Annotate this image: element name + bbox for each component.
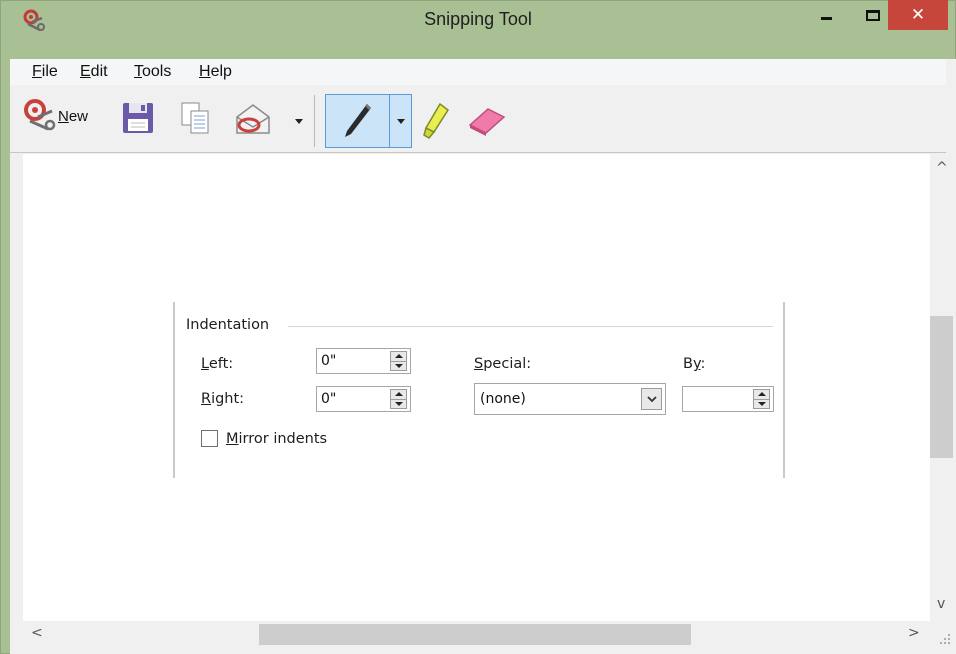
scroll-right-arrow[interactable]: > xyxy=(908,625,920,641)
highlighter-icon[interactable] xyxy=(420,100,452,140)
left-label: Left: xyxy=(201,356,233,372)
spin-down-icon xyxy=(758,402,766,406)
special-label-text: pecial: xyxy=(483,356,532,372)
left-accel: L xyxy=(201,356,209,372)
right-spin-buttons[interactable] xyxy=(390,389,407,409)
special-accel: S xyxy=(474,356,484,372)
scroll-left-arrow[interactable]: < xyxy=(31,625,43,641)
menu-edit[interactable]: Edit xyxy=(80,63,108,81)
menu-tools-accel: T xyxy=(134,63,142,80)
toolbar-separator xyxy=(314,95,315,147)
by-label-rest: : xyxy=(700,356,706,372)
menu-help[interactable]: Help xyxy=(199,63,232,81)
special-label: Special: xyxy=(474,356,531,372)
close-icon: ✕ xyxy=(910,5,926,25)
envelope-icon[interactable] xyxy=(233,101,273,137)
close-button[interactable]: ✕ xyxy=(888,0,948,30)
by-spin-buttons[interactable] xyxy=(753,389,770,409)
spin-divider xyxy=(391,399,406,400)
menu-tools-label: ools xyxy=(142,63,172,80)
pen-split-divider xyxy=(389,94,390,148)
new-accel: N xyxy=(58,108,69,125)
special-dropdown-button[interactable] xyxy=(641,388,662,410)
spin-down-icon xyxy=(395,364,403,368)
left-indent-value: 0" xyxy=(321,353,337,369)
right-label-text: ight: xyxy=(211,391,245,407)
menu-help-label: elp xyxy=(210,63,232,80)
floppy-disk-icon[interactable] xyxy=(122,102,154,134)
by-label: By: xyxy=(683,356,705,372)
chevron-down-icon xyxy=(646,395,657,402)
minimize-button[interactable] xyxy=(808,0,844,30)
spin-up-icon xyxy=(758,392,766,396)
special-value: (none) xyxy=(480,391,526,407)
menu-bar: File Edit Tools Help xyxy=(10,59,946,85)
spin-divider xyxy=(754,399,769,400)
send-dropdown-arrow[interactable] xyxy=(295,119,303,124)
maximize-icon xyxy=(866,9,880,21)
spin-down-icon xyxy=(395,402,403,406)
menu-file[interactable]: File xyxy=(32,63,58,81)
new-snip-button[interactable]: New xyxy=(58,108,88,125)
menu-edit-label: dit xyxy=(90,63,108,80)
mirror-indents-checkbox[interactable] xyxy=(201,430,218,447)
spin-up-icon xyxy=(395,354,403,358)
right-indent-value: 0" xyxy=(321,391,337,407)
left-indent-spinner[interactable]: 0" xyxy=(316,348,411,374)
horizontal-scroll-thumb[interactable] xyxy=(259,624,691,645)
scissors-icon[interactable] xyxy=(22,97,58,133)
snip-right-border xyxy=(783,302,785,478)
right-indent-spinner[interactable]: 0" xyxy=(316,386,411,412)
mirror-indents-label[interactable]: Mirror indents xyxy=(226,431,327,447)
menu-file-accel: F xyxy=(32,63,42,80)
special-combobox[interactable]: (none) xyxy=(474,383,666,415)
left-spin-buttons[interactable] xyxy=(390,351,407,371)
mirror-label-text: irror indents xyxy=(238,431,328,447)
pen-dropdown-arrow[interactable] xyxy=(397,119,405,124)
scroll-up-arrow[interactable]: ^ xyxy=(936,160,948,176)
minimize-icon xyxy=(820,16,832,20)
snip-left-border xyxy=(173,302,175,478)
group-divider xyxy=(288,326,773,327)
maximize-button[interactable] xyxy=(855,0,891,30)
spin-up-icon xyxy=(395,392,403,396)
by-label-pre: B xyxy=(683,356,693,372)
mirror-accel: M xyxy=(226,431,239,447)
new-label: ew xyxy=(68,108,89,125)
right-accel: R xyxy=(201,391,212,407)
vertical-scroll-thumb[interactable] xyxy=(930,316,953,458)
menu-edit-accel: E xyxy=(80,63,91,80)
scroll-down-arrow[interactable]: v xyxy=(937,596,945,612)
by-spinner[interactable] xyxy=(682,386,774,412)
right-label: Right: xyxy=(201,391,244,407)
menu-help-accel: H xyxy=(199,63,211,80)
menu-tools[interactable]: Tools xyxy=(134,63,171,81)
resize-grip-icon[interactable] xyxy=(936,630,952,646)
indentation-group-label: Indentation xyxy=(186,317,270,333)
menu-file-label: ile xyxy=(41,63,58,80)
spin-divider xyxy=(391,361,406,362)
left-label-text: eft: xyxy=(208,356,234,372)
eraser-icon[interactable] xyxy=(466,103,508,137)
copy-icon[interactable] xyxy=(180,101,212,135)
title-bar[interactable]: Snipping Tool ✕ xyxy=(0,0,956,40)
pen-icon xyxy=(345,104,371,137)
